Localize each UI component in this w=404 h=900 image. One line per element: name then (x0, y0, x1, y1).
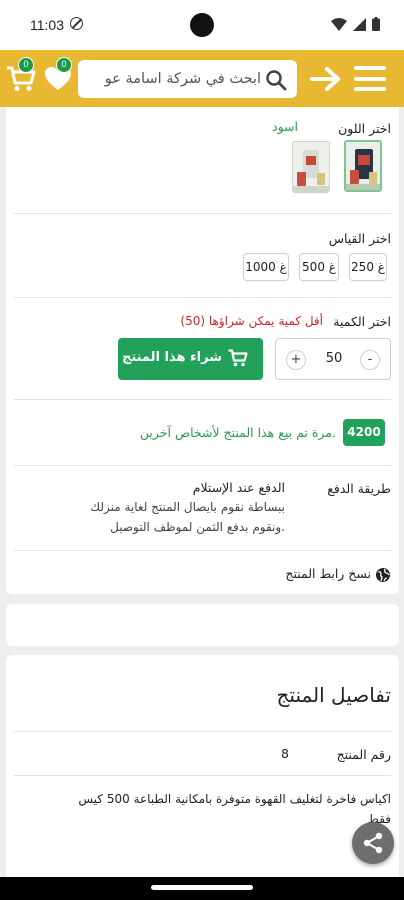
section-divider (14, 297, 391, 298)
quantity-increase-button[interactable]: + (286, 350, 306, 370)
camera-cutout (190, 13, 214, 37)
menu-icon[interactable] (354, 66, 386, 91)
quantity-decrease-button[interactable]: - (360, 350, 380, 370)
share-button[interactable] (352, 822, 394, 864)
status-icons (331, 17, 380, 31)
signal-icon (353, 17, 366, 31)
cart-icon (228, 349, 248, 367)
quantity-label: اختر الكمية (333, 314, 391, 329)
payment-description-line2: ونقوم بدفع الثمن لموظف التوصيل. (110, 520, 285, 534)
system-navigation-bar (0, 877, 404, 900)
status-time: 11:03 (30, 17, 64, 33)
product-thumbnail-image (346, 142, 380, 190)
payment-label: طريقة الدفع (327, 481, 391, 496)
globe-icon (376, 568, 390, 582)
payment-method: الدفع عند الإستلام (192, 480, 285, 495)
section-divider (14, 550, 391, 551)
details-title: تفاصيل المنتج (276, 683, 392, 707)
selected-color-value: اسود (272, 119, 298, 134)
size-label: اختر القياس (328, 231, 391, 246)
cart-count-badge: 0 (18, 57, 34, 73)
empty-section-card (6, 604, 399, 646)
app-screen: 11:03 0 0 (0, 0, 404, 900)
favorites-count-badge: 0 (56, 57, 72, 73)
wifi-icon (331, 17, 347, 31)
section-divider (14, 213, 391, 214)
size-option-500[interactable]: 500 غ (299, 253, 339, 281)
battery-icon (372, 17, 380, 31)
sold-count-badge: 4200 (343, 419, 385, 446)
color-swatch-alt[interactable] (292, 141, 330, 193)
app-bar: 0 0 (0, 50, 404, 107)
section-divider (14, 465, 391, 466)
product-description-line1: اكياس فاخرة لتغليف القهوة متوفرة بامكاني… (78, 792, 391, 806)
section-divider (14, 731, 391, 732)
forward-arrow-icon[interactable] (310, 65, 342, 93)
search-input[interactable] (85, 60, 261, 98)
search-bar[interactable] (78, 60, 297, 98)
color-swatch-black[interactable] (344, 140, 382, 192)
section-divider (14, 399, 391, 400)
product-number-value: 8 (281, 746, 289, 761)
product-details-card: تفاصيل المنتج رقم المنتج 8 اكياس فاخرة ل… (6, 655, 399, 895)
copy-link-label: نسخ رابط المنتج (285, 566, 371, 581)
size-option-1000[interactable]: 1000 غ (243, 253, 289, 281)
product-options-card: اختر اللون اسود اختر القياس 250 غ 500 غ … (6, 107, 399, 594)
buy-button-label: شراء هذا المنتج (121, 350, 222, 365)
share-icon (363, 832, 383, 854)
size-option-250[interactable]: 250 غ (349, 253, 387, 281)
quantity-value[interactable]: 50 (322, 351, 346, 366)
section-divider (14, 775, 391, 776)
home-gesture-handle[interactable] (151, 885, 253, 890)
payment-description-line1: ببساطة نقوم بايصال المنتج لغاية منزلك (90, 500, 285, 514)
do-not-disturb-icon (70, 17, 83, 30)
buy-product-button[interactable]: شراء هذا المنتج (118, 338, 263, 380)
copy-link-button[interactable]: نسخ رابط المنتج (251, 565, 391, 585)
sold-count-text: مرة تم بيع هذا المنتج لأشخاص آخرين. (139, 425, 336, 440)
quantity-stepper: - 50 + (275, 338, 391, 380)
min-quantity-note: أقل كمية يمكن شراؤها (50) (180, 314, 323, 328)
product-number-label: رقم المنتج (336, 747, 391, 762)
search-icon[interactable] (265, 69, 287, 91)
color-label: اختر اللون (338, 121, 391, 136)
status-bar: 11:03 (0, 0, 404, 50)
product-thumbnail-image (293, 142, 329, 192)
